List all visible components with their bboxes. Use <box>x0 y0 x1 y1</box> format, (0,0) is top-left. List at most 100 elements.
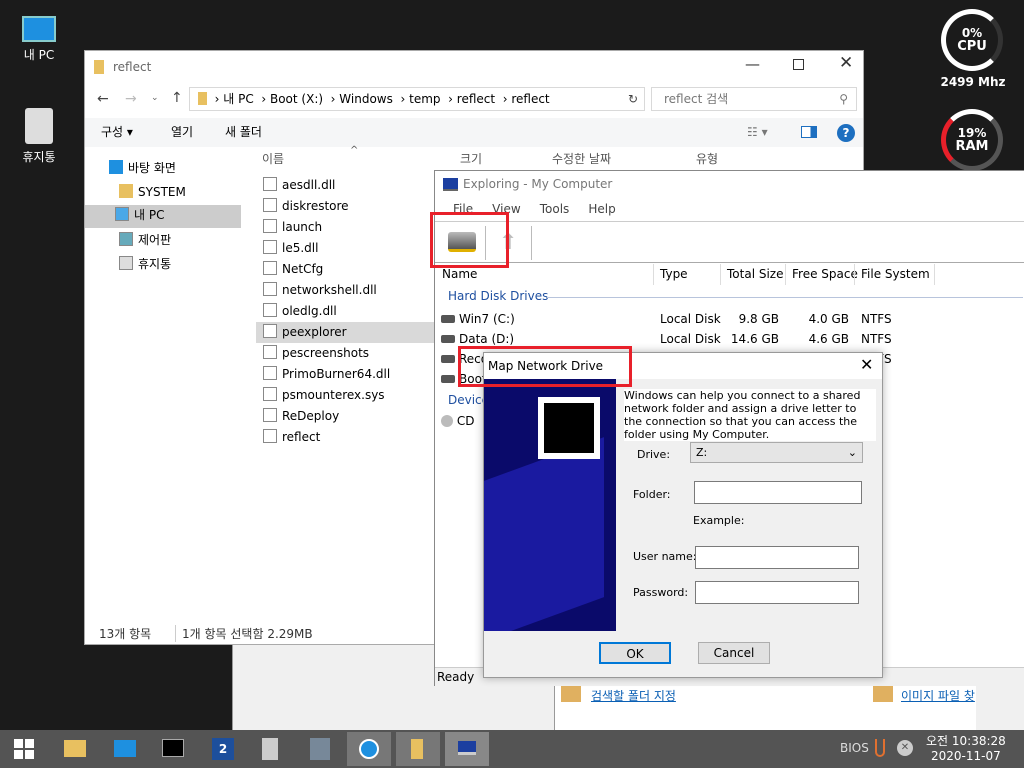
taskbar-file-explorer[interactable] <box>64 740 86 757</box>
ok-button[interactable]: OK <box>599 642 671 664</box>
minimize-button[interactable]: — <box>745 55 760 73</box>
drive-fs: NTFS <box>861 332 892 346</box>
computer-icon <box>443 178 458 191</box>
chevron-down-icon: ⌄ <box>847 446 857 459</box>
taskbar-network[interactable] <box>310 738 330 760</box>
taskbar-cmd[interactable] <box>162 739 184 757</box>
file-row[interactable]: networkshell.dll <box>256 280 436 301</box>
taskbar-app-2[interactable]: 2 <box>212 738 234 760</box>
breadcrumb-item[interactable]: temp <box>409 92 440 106</box>
drive-name: Win7 (C:) <box>459 312 515 326</box>
open-button[interactable]: 열기 <box>171 118 193 147</box>
file-row[interactable]: aesdll.dll <box>256 175 436 196</box>
file-row[interactable]: ReDeploy <box>256 406 436 427</box>
network-drive-icon <box>538 397 600 459</box>
recent-chevron-icon[interactable]: ⌄ <box>151 93 159 103</box>
breadcrumb-item[interactable]: reflect <box>511 92 549 106</box>
cpu-gauge: 0% CPU <box>941 9 1003 71</box>
file-icon <box>263 219 277 233</box>
up-arrow-icon[interactable]: ↑ <box>171 90 183 106</box>
file-icon <box>263 240 277 254</box>
breadcrumb-item[interactable]: Boot (X:) <box>270 92 323 106</box>
forward-arrow-icon[interactable]: → <box>125 91 137 107</box>
menu-tools[interactable]: Tools <box>540 202 570 216</box>
file-row[interactable]: PrimoBurner64.dll <box>256 364 436 385</box>
tray-bios[interactable]: BIOS <box>840 741 869 755</box>
nav-item-system[interactable]: SYSTEM <box>85 182 241 203</box>
file-row[interactable]: launch <box>256 217 436 238</box>
file-row[interactable]: peexplorer <box>256 322 436 343</box>
file-row[interactable]: diskrestore <box>256 196 436 217</box>
cpu-frequency: 2499 Mhz <box>940 75 1006 89</box>
taskbar-explorer-active[interactable] <box>396 732 440 766</box>
taskbar-pe-explorer[interactable] <box>445 732 489 766</box>
recycle-bin-icon <box>25 108 53 144</box>
nav-item-this-pc[interactable]: 내 PC <box>85 205 241 228</box>
menu-help[interactable]: Help <box>588 202 615 216</box>
organize-button[interactable]: 구성 ▾ <box>101 118 133 147</box>
start-button[interactable] <box>14 739 34 759</box>
cancel-button[interactable]: Cancel <box>698 642 770 664</box>
close-button[interactable]: ✕ <box>839 53 853 73</box>
column-modified[interactable]: 수정한 날짜 <box>552 147 611 171</box>
help-icon[interactable]: ? <box>837 124 855 142</box>
column-type[interactable]: Type <box>653 264 688 285</box>
user-name-input[interactable] <box>695 546 859 569</box>
folder-search-icon <box>561 686 581 702</box>
search-folder-link[interactable]: 검색할 폴더 지정 <box>591 687 676 704</box>
drive-type: Local Disk <box>660 312 721 326</box>
column-free-space[interactable]: Free Space <box>785 264 858 285</box>
file-row[interactable]: NetCfg <box>256 259 436 280</box>
file-icon <box>263 408 277 422</box>
column-size[interactable]: 크기 <box>460 147 482 171</box>
clock-date[interactable]: 2020-11-07 <box>931 749 1001 763</box>
column-file-system[interactable]: File System <box>854 264 935 285</box>
taskbar-calculator[interactable] <box>262 738 278 760</box>
nav-item-desktop[interactable]: 바탕 화면 <box>85 158 241 179</box>
file-row[interactable]: reflect <box>256 427 436 448</box>
file-row[interactable]: psmounterex.sys <box>256 385 436 406</box>
search-input[interactable]: reflect 검색 ⚲ <box>651 87 857 111</box>
address-bar[interactable]: › 내 PC › Boot (X:) › Windows › temp › re… <box>189 87 645 111</box>
usb-icon[interactable] <box>875 739 885 757</box>
close-circle-icon[interactable]: ✕ <box>897 740 913 756</box>
column-type[interactable]: 유형 <box>696 147 718 171</box>
view-options-icon[interactable]: ☷ ▾ <box>747 118 768 147</box>
file-row[interactable]: pescreenshots <box>256 343 436 364</box>
column-total-size[interactable]: Total Size <box>720 264 783 285</box>
back-arrow-icon[interactable]: ← <box>97 91 109 107</box>
hard-drive-icon <box>441 375 455 383</box>
preview-pane-icon[interactable] <box>801 126 817 138</box>
nav-item-control-panel[interactable]: 제어판 <box>85 230 241 251</box>
nav-item-recycle-bin[interactable]: 휴지통 <box>85 254 241 275</box>
file-name: networkshell.dll <box>282 283 377 297</box>
desktop-icon-recycle-bin[interactable]: 휴지통 <box>4 108 74 165</box>
folder-input[interactable] <box>694 481 862 504</box>
folder-magnifier-icon <box>873 686 893 702</box>
drive-free: 4.0 GB <box>808 312 849 326</box>
clock-time[interactable]: 오전 10:38:28 <box>926 732 1006 749</box>
desktop-icon-this-pc[interactable]: 내 PC <box>4 12 74 63</box>
breadcrumb-item[interactable]: 내 PC <box>223 92 253 106</box>
column-header: 이름 ^ 크기 수정한 날짜 유형 <box>256 145 856 171</box>
drive-select[interactable]: Z: ⌄ <box>690 442 863 463</box>
close-button[interactable]: ✕ <box>860 355 873 374</box>
file-name: peexplorer <box>282 325 347 339</box>
taskbar-reflect[interactable] <box>347 732 391 766</box>
breadcrumb-item[interactable]: reflect <box>457 92 495 106</box>
cd-icon <box>441 415 453 427</box>
find-image-link[interactable]: 이미지 파일 찾 <box>901 687 975 704</box>
maximize-button[interactable] <box>793 59 804 70</box>
taskbar-desktop[interactable] <box>114 740 136 757</box>
folder-label: Folder: <box>633 488 671 501</box>
column-name[interactable]: 이름 <box>262 147 284 171</box>
new-folder-button[interactable]: 새 폴더 <box>225 118 262 147</box>
file-row[interactable]: oledlg.dll <box>256 301 436 322</box>
refresh-icon[interactable]: ↻ <box>628 88 638 110</box>
password-input[interactable] <box>695 581 859 604</box>
breadcrumb-item[interactable]: Windows <box>339 92 393 106</box>
drive-row[interactable]: Win7 (C:) Local Disk 9.8 GB 4.0 GB NTFS <box>441 309 911 329</box>
file-row[interactable]: le5.dll <box>256 238 436 259</box>
taskbar: 2 BIOS ✕ 오전 10:38:28 2020-11-07 <box>0 730 1024 768</box>
cd-drive-row[interactable]: CD <box>441 414 474 428</box>
